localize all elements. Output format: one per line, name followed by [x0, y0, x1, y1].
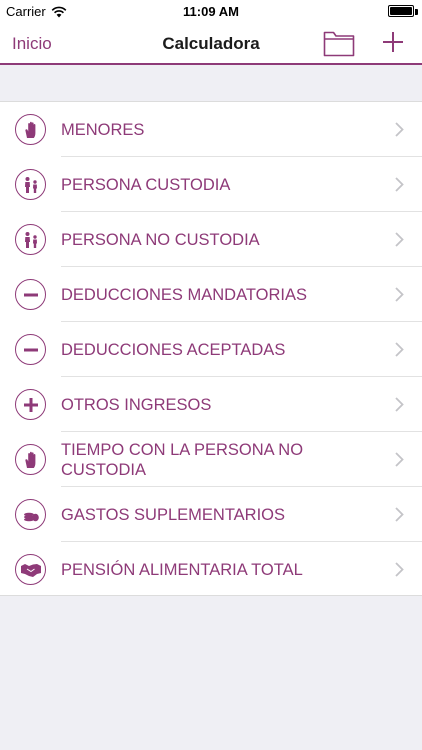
- coins-icon: [15, 499, 46, 530]
- list-item-label: OTROS INGRESOS: [61, 395, 212, 414]
- list-item-label: PENSIÓN ALIMENTARIA TOTAL: [61, 560, 303, 579]
- list-item-label: PERSONA NO CUSTODIA: [61, 230, 260, 249]
- list-item-label: MENORES: [61, 120, 145, 139]
- calculator-menu-list: MENORES PERSONA CUSTODIA PERSONA NO CUST…: [0, 101, 422, 596]
- minus-icon: [15, 279, 46, 310]
- hand-icon: [15, 114, 46, 145]
- chevron-right-icon: [395, 122, 404, 137]
- list-item-deducciones-mandatorias[interactable]: DEDUCCIONES MANDATORIAS: [0, 267, 422, 322]
- list-item-otros-ingresos[interactable]: OTROS INGRESOS: [0, 377, 422, 432]
- list-item-label: DEDUCCIONES MANDATORIAS: [61, 285, 308, 304]
- list-item-label: PERSONA CUSTODIA: [61, 175, 231, 194]
- chevron-right-icon: [395, 452, 404, 467]
- list-item-deducciones-aceptadas[interactable]: DEDUCCIONES ACEPTADAS: [0, 322, 422, 377]
- hand-icon: [15, 444, 46, 475]
- chevron-right-icon: [395, 562, 404, 577]
- plus-icon: [15, 389, 46, 420]
- list-item-pension-alimentaria-total[interactable]: PENSIÓN ALIMENTARIA TOTAL: [0, 542, 422, 597]
- battery-icon: [388, 5, 414, 17]
- chevron-right-icon: [395, 507, 404, 522]
- chevron-right-icon: [395, 342, 404, 357]
- back-button[interactable]: Inicio: [12, 34, 52, 54]
- list-item-persona-custodia[interactable]: PERSONA CUSTODIA: [0, 157, 422, 212]
- status-bar: Carrier 11:09 AM: [0, 0, 422, 22]
- list-item-gastos-suplementarios[interactable]: GASTOS SUPLEMENTARIOS: [0, 487, 422, 542]
- list-item-persona-no-custodia[interactable]: PERSONA NO CUSTODIA: [0, 212, 422, 267]
- status-time: 11:09 AM: [183, 4, 239, 19]
- folder-icon[interactable]: [323, 29, 355, 57]
- parent-child-icon: [15, 169, 46, 200]
- list-item-label: DEDUCCIONES ACEPTADAS: [61, 340, 286, 359]
- list-item-label: GASTOS SUPLEMENTARIOS: [61, 505, 286, 524]
- chevron-right-icon: [395, 232, 404, 247]
- minus-icon: [15, 334, 46, 365]
- list-item-tiempo-con-la-persona-no-custodia[interactable]: TIEMPO CON LA PERSONA NO CUSTODIA: [0, 432, 422, 487]
- list-item-label: TIEMPO CON LA PERSONA NO CUSTODIA: [61, 440, 304, 479]
- parent-child-icon: [15, 224, 46, 255]
- battery-tip: [415, 9, 418, 15]
- list-item-menores[interactable]: MENORES: [0, 102, 422, 157]
- chevron-right-icon: [395, 397, 404, 412]
- page-title: Calculadora: [162, 34, 260, 53]
- chevron-right-icon: [395, 287, 404, 302]
- handshake-icon: [15, 554, 46, 585]
- add-icon[interactable]: [380, 29, 406, 55]
- chevron-right-icon: [395, 177, 404, 192]
- navigation-bar: Inicio Calculadora: [0, 22, 422, 65]
